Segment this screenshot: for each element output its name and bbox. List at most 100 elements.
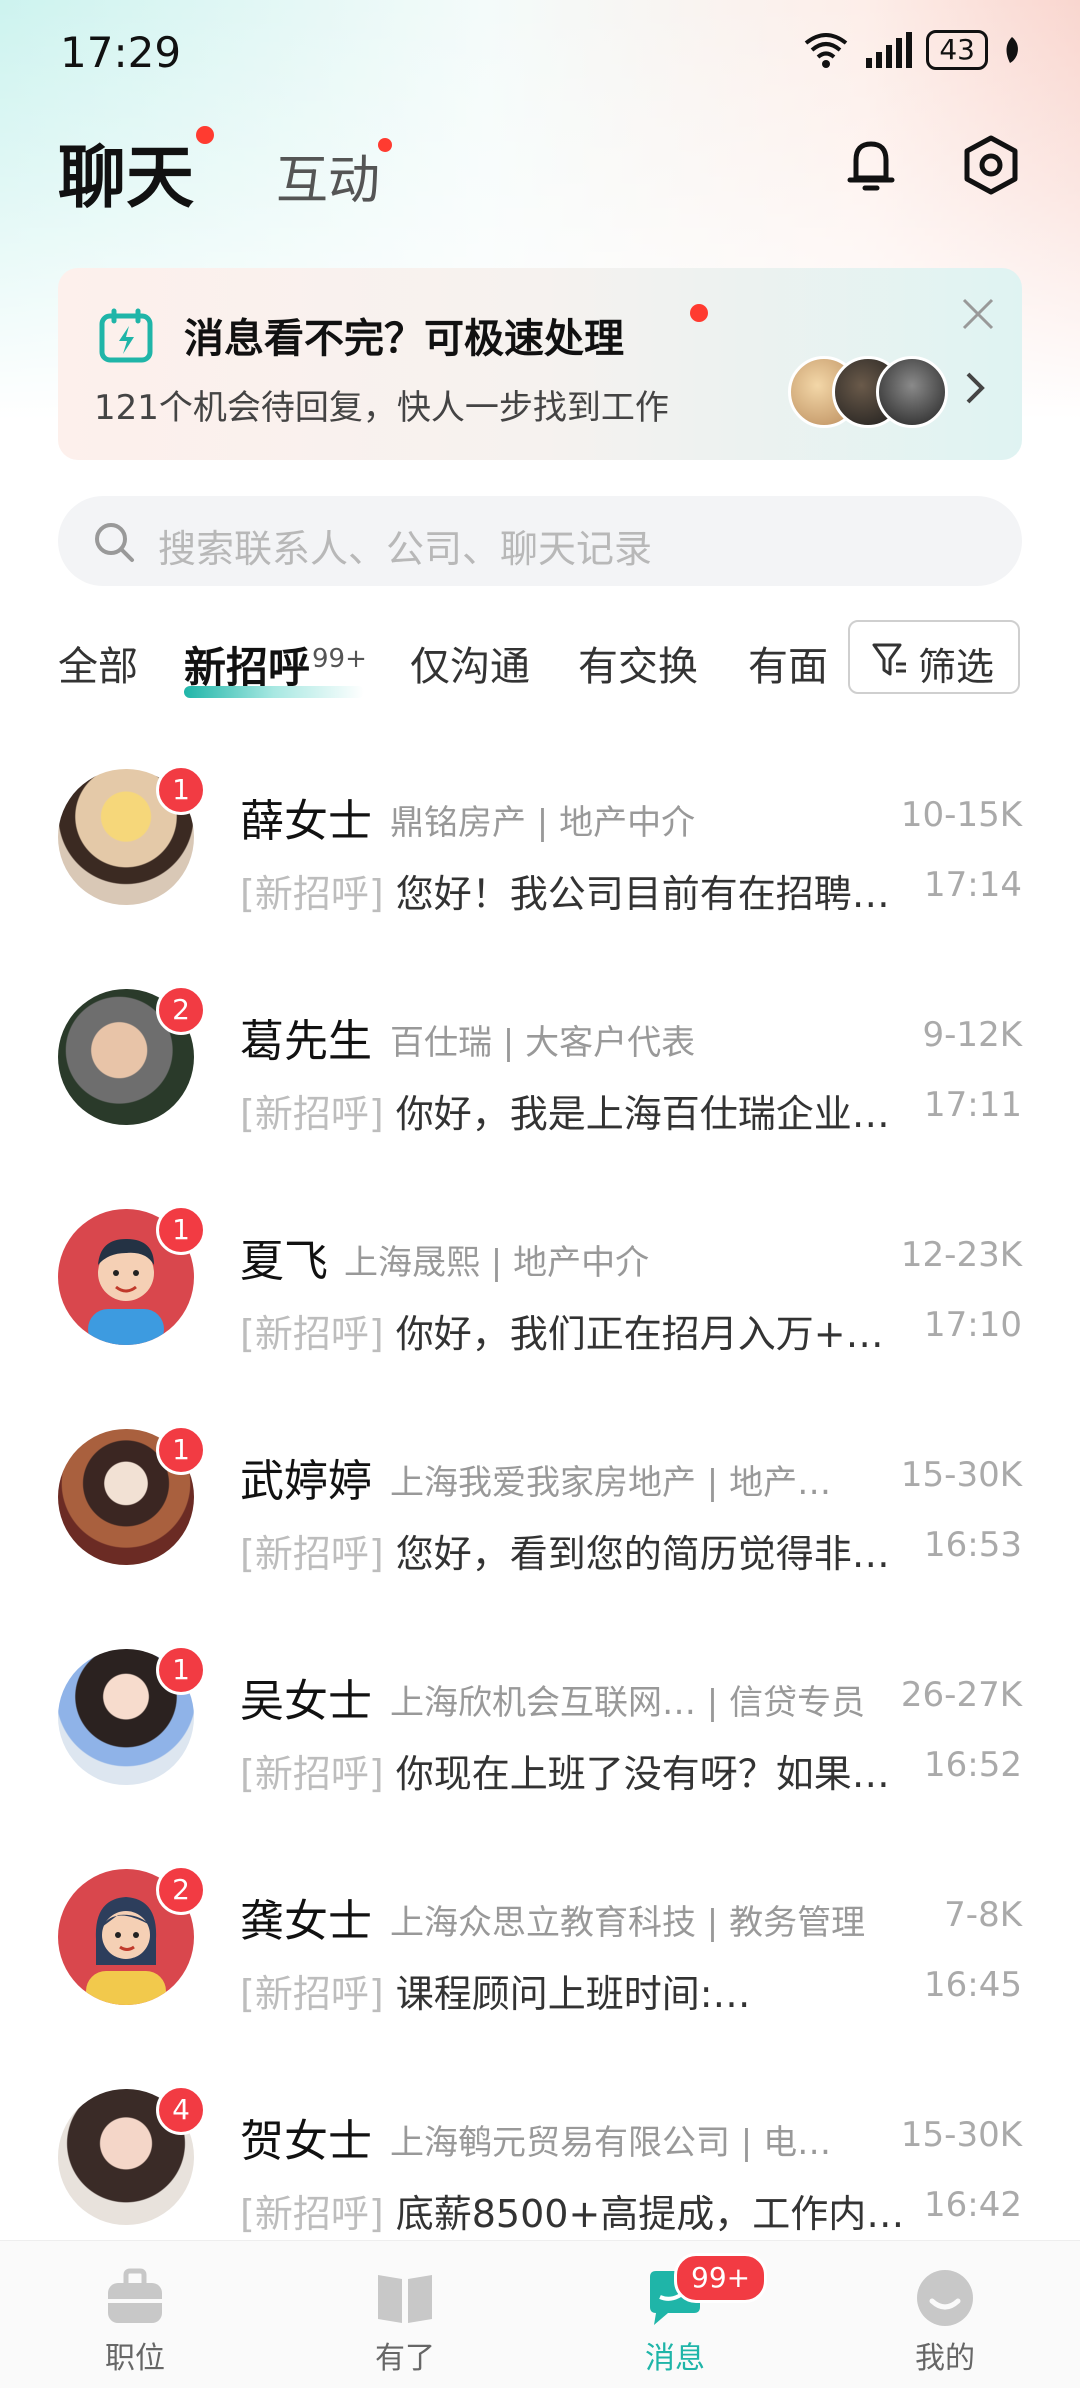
nav-jobs[interactable]: 职位 [50,2241,220,2388]
banner-avatar-3 [876,356,948,428]
message-tag: [新招呼] [240,1092,384,1136]
message-tag: [新招呼] [240,1752,384,1796]
company-role: 上海我爱我家房地产 | 地产… [390,1463,832,1503]
conversation-item[interactable]: 1 吴女士 上海欣机会互联网… | 信贷专员 26-27K [新招呼] 你现在上… [0,1625,1080,1845]
salary-range: 10-15K [900,795,1022,835]
tab-exchanged[interactable]: 有交换 [578,634,698,692]
message-preview: [新招呼] 你好，我是上海百仕瑞企业… [240,1083,1020,1138]
message-preview: [新招呼] 您好，看到您的简历觉得非… [240,1523,1020,1578]
leaf-icon [1006,37,1018,63]
message-preview: [新招呼] 课程顾问上班时间:… [240,1963,1020,2018]
message-tag: [新招呼] [240,1972,384,2016]
signal-icon [866,32,913,68]
unread-badge: 2 [156,985,206,1035]
message-time: 17:10 [924,1305,1022,1345]
active-tab-underline [184,686,364,698]
conversation-item[interactable]: 1 薛女士 鼎铭房产 | 地产中介 10-15K [新招呼] 您好！我公司目前有… [0,745,1080,965]
tab-communicated[interactable]: 仅沟通 [410,634,530,692]
conversation-item[interactable]: 1 武婷婷 上海我爱我家房地产 | 地产… 15-30K [新招呼] 您好，看到… [0,1405,1080,1625]
contact-name: 龚女士 [240,1896,372,1947]
company-role: 上海欣机会互联网… | 信贷专员 [390,1683,866,1723]
nav-me[interactable]: 我的 [860,2241,1030,2388]
status-bar: 17:29 43 [0,0,1080,110]
top-header: 聊天 互动 [0,110,1080,230]
status-time: 17:29 [60,28,182,77]
wifi-icon [805,33,848,68]
banner-title: 消息看不完？可极速处理 [184,316,624,362]
unread-badge: 1 [156,765,206,815]
message-tag: [新招呼] [240,872,384,916]
search-input[interactable]: 搜索联系人、公司、聊天记录 [58,496,1022,586]
salary-range: 7-8K [944,1895,1022,1935]
message-text: 课程顾问上班时间:… [395,1972,751,2016]
message-text: 您好！我公司目前有在招聘… [395,872,890,916]
conversation-item[interactable]: 1 夏飞 上海晟熙 | 地产中介 12-23K [新招呼] 你好，我们正在招月入… [0,1185,1080,1405]
message-tag: [新招呼] [240,1312,384,1356]
unread-badge: 1 [156,1205,206,1255]
briefcase-icon [108,2268,162,2323]
company-role: 上海众思立教育科技 | 教务管理 [390,1903,866,1943]
salary-range: 9-12K [922,1015,1022,1055]
message-preview: [新招呼] 你现在上班了没有呀？如果… [240,1743,1020,1798]
salary-range: 12-23K [900,1235,1022,1275]
unread-badge: 2 [156,1865,206,1915]
search-icon [95,523,134,562]
messages-badge: 99+ [674,2253,768,2303]
tab-all[interactable]: 全部 [58,634,138,692]
unread-badge: 4 [156,2085,206,2135]
quick-process-banner[interactable]: 消息看不完？可极速处理 121个机会待回复，快人一步找到工作 [58,268,1022,460]
conversation-item[interactable]: 2 龚女士 上海众思立教育科技 | 教务管理 7-8K [新招呼] 课程顾问上班… [0,1845,1080,2065]
salary-range: 15-30K [900,2115,1022,2155]
company-role: 百仕瑞 | 大客户代表 [390,1023,696,1063]
salary-range: 15-30K [900,1455,1022,1495]
settings-icon[interactable] [956,130,1026,200]
message-time: 16:52 [924,1745,1022,1785]
message-text: 你好，我们正在招月入万+… [395,1312,884,1356]
filter-icon [872,643,906,676]
tab-interact[interactable]: 互动 [276,138,380,213]
nav-youle[interactable]: 有了 [320,2241,490,2388]
company-role: 上海晟熙 | 地产中介 [344,1243,650,1283]
contact-name: 薛女士 [240,796,372,847]
bell-icon[interactable] [836,130,906,200]
banner-dot [690,304,708,322]
nav-me-label: 我的 [915,2341,975,2376]
tab-interview[interactable]: 有面 [748,634,828,692]
book-icon [378,2275,432,2323]
bottom-nav: 职位 有了 消息 99+ 我的 [0,2240,1080,2388]
calendar-flash-icon [99,308,153,363]
nav-jobs-label: 职位 [105,2341,165,2376]
message-preview: [新招呼] 你好，我们正在招月入万+… [240,1303,1020,1358]
contact-name: 武婷婷 [240,1456,372,1507]
chevron-right-icon[interactable] [960,368,990,408]
message-tag: [新招呼] [240,1532,384,1576]
message-text: 你现在上班了没有呀？如果… [395,1752,890,1796]
filter-label: 筛选 [918,645,995,689]
conversation-item[interactable]: 2 葛先生 百仕瑞 | 大客户代表 9-12K [新招呼] 你好，我是上海百仕瑞… [0,965,1080,1185]
message-time: 17:14 [924,865,1022,905]
new-greeting-count: 99+ [312,644,367,674]
message-time: 16:53 [924,1525,1022,1565]
message-time: 17:11 [924,1085,1022,1125]
tab-chat[interactable]: 聊天 [58,122,194,221]
banner-subtitle: 121个机会待回复，快人一步找到工作 [94,388,669,428]
message-preview: [新招呼] 底薪8500+高提成，工作内… [240,2183,1020,2238]
message-text: 你好，我是上海百仕瑞企业… [395,1092,890,1136]
interact-unread-dot [378,138,392,152]
message-text: 底薪8500+高提成，工作内… [395,2192,905,2236]
close-icon[interactable] [958,294,998,334]
search-placeholder: 搜索联系人、公司、聊天记录 [158,527,653,571]
contact-name: 夏飞 [240,1236,328,1287]
company-role: 鼎铭房产 | 地产中介 [390,803,696,843]
message-preview: [新招呼] 您好！我公司目前有在招聘… [240,863,1020,918]
company-role: 上海鹌元贸易有限公司 | 电… [390,2123,832,2163]
nav-youle-label: 有了 [375,2341,435,2376]
battery-indicator: 43 [926,30,988,70]
contact-name: 吴女士 [240,1676,372,1727]
nav-messages-label: 消息 [645,2341,705,2376]
message-tag: [新招呼] [240,2192,384,2236]
smiley-icon [917,2270,973,2326]
contact-name: 贺女士 [240,2116,372,2167]
filter-button[interactable]: 筛选 [848,620,1020,694]
message-time: 16:42 [924,2185,1022,2225]
